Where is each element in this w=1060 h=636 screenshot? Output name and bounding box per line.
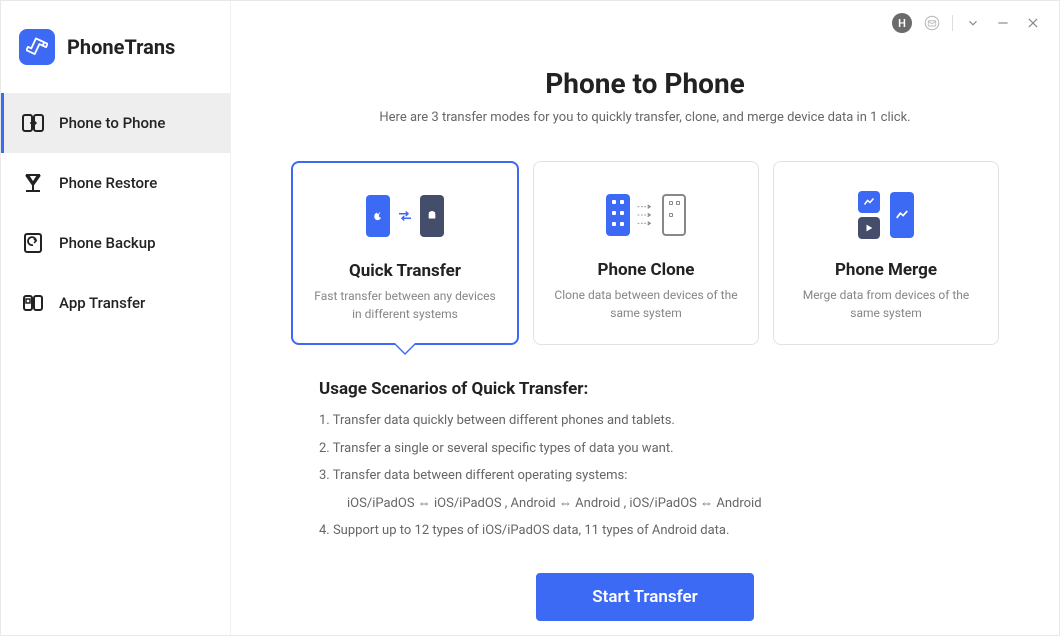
sidebar-item-label: Phone to Phone (59, 114, 165, 132)
titlebar: H (892, 13, 1043, 33)
card-quick-transfer[interactable]: Quick Transfer Fast transfer between any… (291, 161, 519, 345)
card-phone-merge[interactable]: Phone Merge Merge data from devices of t… (773, 161, 999, 345)
quick-transfer-icon (366, 187, 444, 245)
scenarios-section: Usage Scenarios of Quick Transfer: 1. Tr… (291, 379, 999, 549)
main-content: H Phone to Phone Here are 3 transfer mod… (231, 1, 1059, 635)
close-button[interactable] (1023, 13, 1043, 33)
user-avatar[interactable]: H (892, 13, 912, 33)
sidebar: PhoneTrans Phone to Phone Phone Restore … (1, 1, 231, 635)
card-desc: Merge data from devices of the same syst… (790, 286, 982, 322)
scenario-line: 3. Transfer data between different opera… (319, 466, 999, 486)
phone-to-phone-icon (21, 111, 45, 135)
scenario-line: 1. Transfer data quickly between differe… (319, 411, 999, 431)
scenarios-title: Usage Scenarios of Quick Transfer: (319, 379, 999, 399)
scenario-line: 4. Support up to 12 types of iOS/iPadOS … (319, 521, 999, 541)
app-transfer-icon (21, 291, 45, 315)
start-transfer-button[interactable]: Start Transfer (536, 573, 753, 621)
card-title: Phone Merge (835, 260, 937, 280)
chevron-down-icon[interactable] (963, 13, 983, 33)
restore-icon (21, 171, 45, 195)
page-title: Phone to Phone (545, 67, 745, 100)
card-phone-clone[interactable]: Phone Clone Clone data between devices o… (533, 161, 759, 345)
app-title: PhoneTrans (67, 35, 175, 59)
sidebar-item-phone-backup[interactable]: Phone Backup (1, 213, 230, 273)
sidebar-item-label: App Transfer (59, 294, 145, 312)
page-subtitle: Here are 3 transfer modes for you to qui… (379, 110, 910, 125)
divider (952, 15, 953, 31)
card-title: Phone Clone (598, 260, 695, 280)
card-desc: Fast transfer between any devices in dif… (309, 287, 501, 323)
card-title: Quick Transfer (349, 261, 461, 281)
sidebar-header: PhoneTrans (1, 1, 230, 93)
sidebar-item-label: Phone Restore (59, 174, 157, 192)
phone-clone-icon (606, 186, 686, 244)
backup-icon (21, 231, 45, 255)
sidebar-item-phone-restore[interactable]: Phone Restore (1, 153, 230, 213)
minimize-button[interactable] (993, 13, 1013, 33)
mode-cards: Quick Transfer Fast transfer between any… (291, 161, 999, 345)
mail-icon[interactable] (922, 13, 942, 33)
scenario-line: iOS/iPadOS ⇔ iOS/iPadOS , Android ⇔ Andr… (319, 494, 999, 514)
app-logo-icon (19, 29, 55, 65)
scenario-line: 2. Transfer a single or several specific… (319, 439, 999, 459)
sidebar-item-app-transfer[interactable]: App Transfer (1, 273, 230, 333)
phone-merge-icon (858, 186, 914, 244)
card-desc: Clone data between devices of the same s… (550, 286, 742, 322)
sidebar-item-phone-to-phone[interactable]: Phone to Phone (1, 93, 230, 153)
sidebar-item-label: Phone Backup (59, 234, 156, 252)
